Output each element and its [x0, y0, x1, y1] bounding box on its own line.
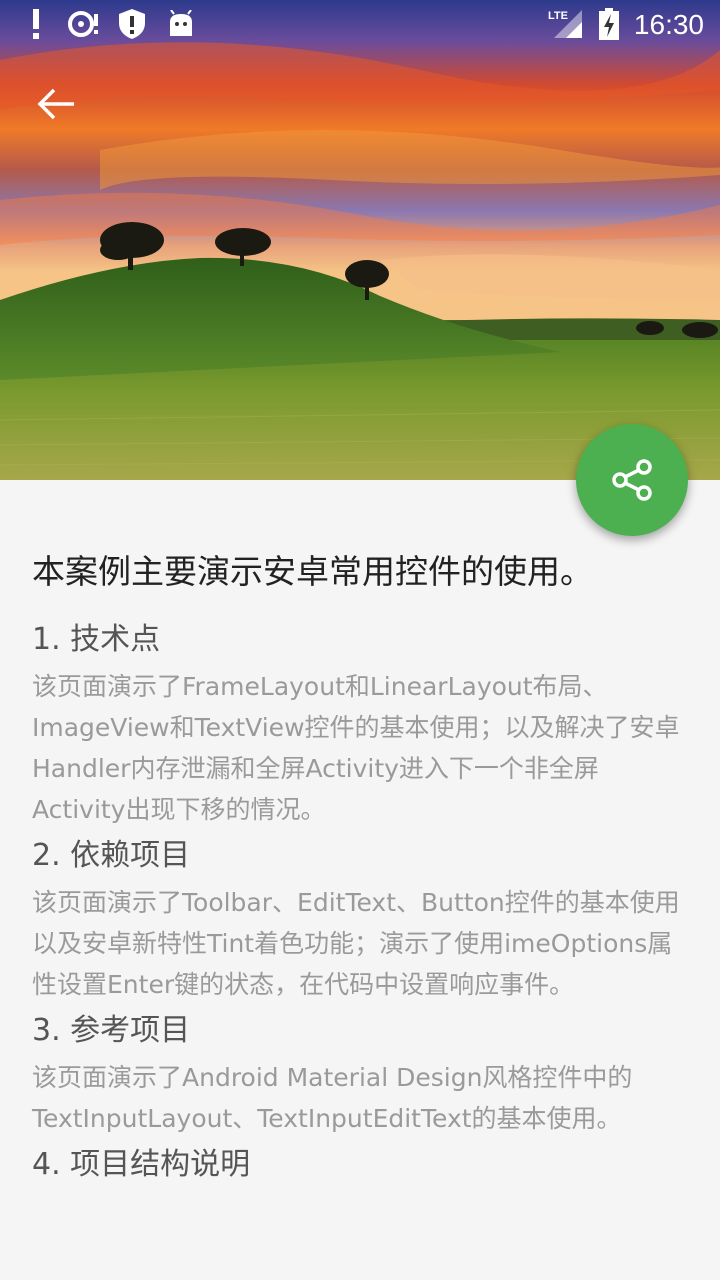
section-heading-tech: 1. 技术点 — [32, 622, 161, 657]
header-image — [0, 0, 720, 480]
back-button[interactable] — [24, 72, 88, 136]
arrow-back-icon — [37, 88, 74, 120]
screen: LTE 16:30 本案例主要演示安卓常用控件的使用。 1. 技术点 该页面演示… — [0, 0, 720, 1280]
network-type-label: LTE — [548, 10, 568, 22]
share-button[interactable] — [576, 424, 688, 536]
sd-card-icon — [66, 8, 102, 40]
content-area: 本案例主要演示安卓常用控件的使用。 1. 技术点 该页面演示了FrameLayo… — [32, 540, 692, 1191]
status-time: 16:30 — [633, 9, 704, 40]
section-heading-dependencies: 2. 依赖项目 — [32, 838, 191, 873]
status-bar: LTE 16:30 — [0, 0, 720, 50]
share-icon — [612, 459, 652, 501]
landscape-illustration — [0, 0, 720, 480]
section-body-tech: 该页面演示了FrameLayout和LinearLayout布局、ImageVi… — [32, 672, 680, 824]
section-body-dependencies: 该页面演示了Toolbar、EditText、Button控件的基本使用以及安卓… — [32, 888, 680, 999]
android-icon — [166, 8, 196, 40]
section-body-references: 该页面演示了Android Material Design风格控件中的TextI… — [32, 1063, 633, 1133]
page-title: 本案例主要演示安卓常用控件的使用。 — [32, 552, 593, 591]
section-heading-references: 3. 参考项目 — [32, 1013, 191, 1048]
lte-signal-icon: LTE — [548, 8, 584, 40]
battery-charging-icon — [598, 8, 620, 40]
alert-icon — [26, 8, 46, 40]
section-heading-structure: 4. 项目结构说明 — [32, 1147, 251, 1182]
shield-icon — [116, 8, 148, 40]
